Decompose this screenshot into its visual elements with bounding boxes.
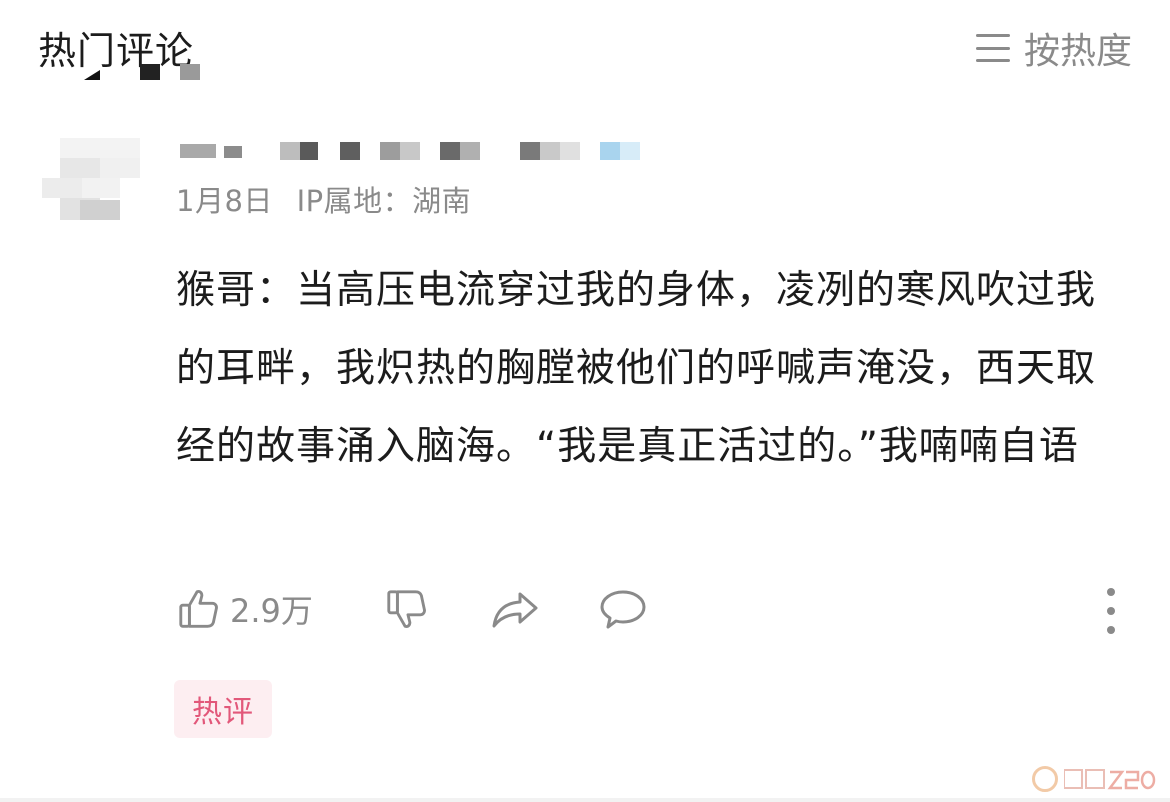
- hot-comment-badge: 热评: [174, 680, 272, 738]
- reply-button[interactable]: [598, 586, 648, 632]
- site-watermark: [1032, 766, 1156, 792]
- thumbs-up-icon: [179, 590, 218, 628]
- comment-text: 猴哥：当高压电流穿过我的身体，凌冽的寒风吹过我的耳畔，我炽热的胸膛被他们的呼喊声…: [176, 268, 1097, 469]
- avatar[interactable]: [42, 138, 142, 220]
- thumbs-down-icon: [387, 590, 426, 628]
- sort-by-heat-button[interactable]: 按热度: [975, 22, 1132, 74]
- like-button[interactable]: 2.9万: [176, 586, 313, 632]
- dislike-button[interactable]: [384, 586, 430, 632]
- menu-lines-icon: [975, 34, 1010, 62]
- comment-action-bar: 2.9万: [176, 586, 1136, 636]
- page-title: 热门评论: [38, 29, 195, 73]
- username-censored[interactable]: [176, 138, 656, 162]
- watermark-logo-icon: [1032, 766, 1058, 792]
- bottom-divider: [0, 798, 1170, 802]
- share-button[interactable]: [490, 586, 540, 632]
- watermark-lettering-icon: [1064, 769, 1156, 790]
- more-vertical-icon[interactable]: [1096, 588, 1126, 634]
- comment-date: 1月8日: [176, 184, 273, 218]
- comment-meta: 1月8日 IP属地：湖南: [176, 178, 485, 220]
- sort-label: 按热度: [1023, 31, 1132, 72]
- comment-bubble-icon: [600, 590, 646, 629]
- share-arrow-icon: [492, 592, 538, 628]
- like-count: 2.9万: [230, 592, 313, 630]
- ip-location: IP属地：湖南: [296, 184, 472, 218]
